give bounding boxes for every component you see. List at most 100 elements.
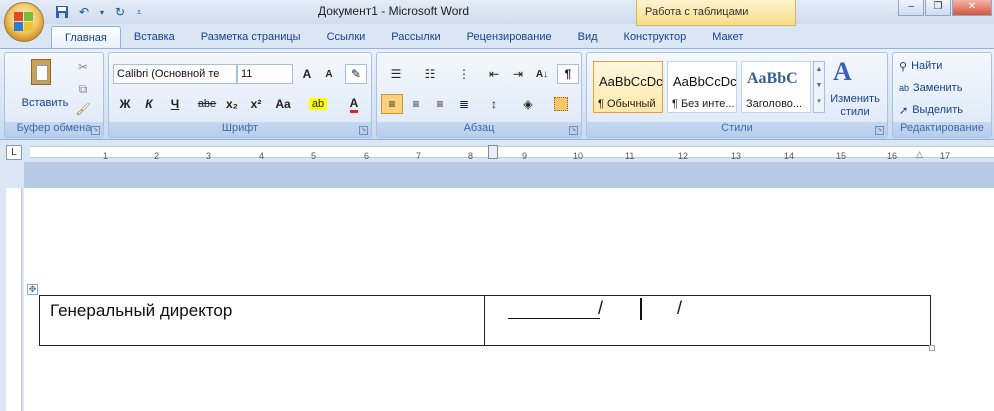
select-button[interactable]: ➚ Выделить (899, 101, 963, 119)
increase-indent-icon[interactable]: ⇥ (507, 64, 529, 84)
slash-separator: / (677, 298, 683, 318)
undo-icon[interactable]: ↶ (76, 4, 92, 20)
window-title: Документ1 - Microsoft Word (318, 4, 470, 18)
horizontal-ruler[interactable]: 1 2 3 4 5 6 7 8 9 10 11 12 13 14 15 16 1… (30, 145, 994, 161)
save-icon[interactable] (54, 4, 70, 20)
decrease-indent-icon[interactable]: ⇤ (483, 64, 505, 84)
paste-label: Вставить (21, 97, 69, 109)
table-move-handle-icon[interactable]: ✥ (27, 284, 38, 295)
format-painter-icon[interactable]: 🖌 (73, 99, 93, 119)
window-controls: – ❐ ✕ (898, 0, 992, 16)
paragraph-group: ☰ ☷ ⋮ ⇤ ⇥ A↓ ¶ ≡ ≡ ≡ ≣ ↕ ◈ Абзац ↘ (376, 52, 582, 138)
replace-icon: ab (899, 83, 910, 93)
title-bar (0, 0, 994, 24)
tab-view[interactable]: Вид (565, 26, 611, 48)
show-formatting-button[interactable]: ¶ (557, 64, 579, 84)
copy-icon[interactable]: ⧉ (73, 79, 93, 99)
clipboard-group: Вставить ✂ ⧉ 🖌 Буфер обмена ↘ (4, 52, 104, 138)
font-color-icon[interactable]: A (339, 94, 369, 114)
justify-icon[interactable]: ≣ (453, 94, 475, 114)
italic-button[interactable]: К (139, 94, 159, 114)
table-tools-context-tab: Работа с таблицами (636, 0, 796, 26)
table-cell-position[interactable]: Генеральный директор (40, 296, 485, 345)
ribbon-tabs: Главная Вставка Разметка страницы Ссылки… (0, 26, 994, 48)
binoculars-icon: ⚲ (899, 60, 908, 73)
ribbon: Вставить ✂ ⧉ 🖌 Буфер обмена ↘ Calibri (О… (0, 48, 994, 140)
signature-table[interactable]: Генеральный директор / / (39, 295, 931, 346)
tab-insert[interactable]: Вставка (121, 26, 188, 48)
clipboard-group-label: Буфер обмена (5, 122, 103, 137)
shrink-font-button[interactable]: A (319, 64, 339, 84)
styles-group: AaBbCcDc ¶ Обычный AaBbCcDc ¶ Без инте..… (586, 52, 888, 138)
vertical-ruler[interactable] (6, 188, 22, 411)
customize-qat-icon[interactable]: ⩡ (134, 4, 144, 20)
style-normal[interactable]: AaBbCcDc ¶ Обычный (593, 61, 663, 113)
style-no-spacing[interactable]: AaBbCcDc ¶ Без инте... (667, 61, 737, 113)
style-heading[interactable]: AaBbC Заголово... (741, 61, 811, 113)
tab-page-layout[interactable]: Разметка страницы (188, 26, 314, 48)
slash-separator: / (598, 298, 604, 318)
change-styles-icon[interactable]: A (833, 57, 857, 86)
subscript-button[interactable]: x₂ (221, 94, 243, 114)
cut-icon[interactable]: ✂ (73, 57, 93, 77)
minimize-icon[interactable]: – (898, 0, 924, 16)
office-logo-icon (14, 12, 34, 32)
find-button[interactable]: ⚲ Найти (899, 57, 942, 75)
tab-review[interactable]: Рецензирование (454, 26, 565, 48)
highlight-icon[interactable]: ab (301, 94, 335, 114)
tab-home[interactable]: Главная (51, 26, 121, 48)
multilevel-list-icon[interactable]: ⋮ (449, 64, 479, 84)
font-group: Calibri (Основной те 11 A A ✎ Ж К Ч abe … (108, 52, 372, 138)
paste-button[interactable]: Вставить (15, 57, 68, 117)
align-left-icon[interactable]: ≡ (381, 94, 403, 114)
align-right-icon[interactable]: ≡ (429, 94, 451, 114)
strikethrough-button[interactable]: abe (195, 94, 219, 114)
line-spacing-icon[interactable]: ↕ (479, 94, 509, 114)
styles-scroll-icon[interactable]: ▲ ▼ ▾ (813, 61, 825, 113)
styles-group-label: Стили (587, 122, 887, 137)
column-marker-icon[interactable] (488, 145, 498, 159)
signature-underline (508, 318, 600, 319)
dialog-launcher-icon[interactable]: ↘ (359, 126, 368, 135)
grow-font-button[interactable]: A (297, 64, 317, 84)
change-styles-label[interactable]: Изменить стили (825, 93, 885, 119)
tab-layout[interactable]: Макет (699, 26, 756, 48)
clipboard-icon (31, 59, 51, 85)
align-center-icon[interactable]: ≡ (405, 94, 427, 114)
font-name-box[interactable]: Calibri (Основной те (113, 64, 237, 84)
tab-references[interactable]: Ссылки (314, 26, 379, 48)
editing-group-label: Редактирование (893, 122, 991, 137)
borders-icon[interactable] (545, 94, 577, 114)
font-size-box[interactable]: 11 (237, 64, 293, 84)
office-button[interactable] (4, 2, 44, 42)
dialog-launcher-icon[interactable]: ↘ (569, 126, 578, 135)
tab-mailings[interactable]: Рассылки (378, 26, 453, 48)
restore-icon[interactable]: ❐ (925, 0, 951, 16)
text-cursor (640, 298, 642, 320)
dialog-launcher-icon[interactable]: ↘ (91, 126, 100, 135)
editing-group: ⚲ Найти ab Заменить ➚ Выделить Редактирован… (892, 52, 992, 138)
redo-icon[interactable]: ↻ (112, 4, 128, 20)
indent-marker-icon[interactable]: △ (916, 149, 923, 160)
paragraph-group-label: Абзац (377, 122, 581, 137)
table-resize-handle-icon[interactable] (929, 345, 935, 351)
cursor-icon: ➚ (899, 104, 909, 117)
underline-button[interactable]: Ч (163, 94, 187, 114)
replace-button[interactable]: ab Заменить (899, 79, 962, 97)
undo-dropdown-icon[interactable]: ▾ (98, 4, 106, 20)
tab-design[interactable]: Конструктор (611, 26, 700, 48)
numbering-icon[interactable]: ☷ (415, 64, 445, 84)
shading-icon[interactable]: ◈ (513, 94, 543, 114)
close-icon[interactable]: ✕ (952, 0, 992, 16)
font-group-label: Шрифт (109, 122, 371, 137)
bold-button[interactable]: Ж (115, 94, 135, 114)
sort-icon[interactable]: A↓ (531, 64, 553, 84)
dialog-launcher-icon[interactable]: ↘ (875, 126, 884, 135)
change-case-button[interactable]: Aa (269, 94, 297, 114)
clear-formatting-icon[interactable]: ✎ (345, 64, 367, 84)
position-text: Генеральный директор (50, 301, 233, 320)
tab-selector-button[interactable]: L (6, 145, 22, 160)
quick-access-toolbar: ↶ ▾ ↻ ⩡ (50, 3, 144, 21)
superscript-button[interactable]: x² (245, 94, 267, 114)
bullets-icon[interactable]: ☰ (381, 64, 411, 84)
